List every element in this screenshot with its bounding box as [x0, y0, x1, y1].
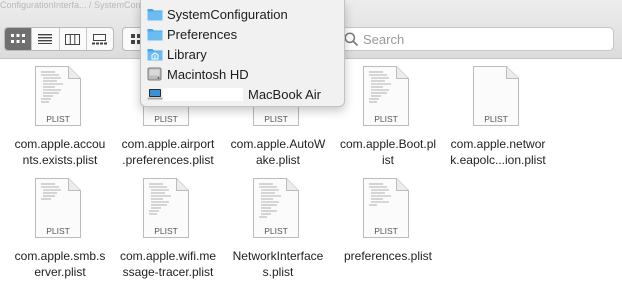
file-name-line1: preferences.plist [343, 249, 433, 263]
path-item-library[interactable]: Library [141, 44, 344, 64]
plist-document-icon: PLIST [473, 66, 519, 126]
path-item-preferences[interactable]: Preferences [141, 24, 344, 44]
path-item-label: Macintosh HD [167, 66, 249, 82]
file-type-badge: PLIST [374, 226, 398, 236]
path-item-label: Preferences [167, 26, 238, 42]
path-item-label: Library [167, 46, 207, 62]
file-name-line2: .preferences.plist [122, 153, 214, 167]
file-name-line1: com.apple.AutoW [230, 137, 326, 151]
file-name-line2: erver.plist [34, 265, 86, 279]
column-view-icon [65, 33, 81, 45]
file-type-badge: PLIST [46, 114, 70, 124]
library-folder-icon [147, 49, 163, 61]
plist-document-icon: PLIST [363, 66, 409, 126]
view-mode-segmented-control [4, 27, 114, 51]
file-name-line2: nts.exists.plist [22, 153, 98, 167]
file-name: preferences.plist [333, 248, 443, 264]
file-name-line1: com.apple.accou [14, 137, 106, 151]
path-item-macintosh-hd[interactable]: Macintosh HD [141, 64, 344, 84]
list-view-button[interactable] [32, 28, 60, 50]
gallery-view-icon [92, 33, 108, 44]
plist-document-icon: PLIST [35, 66, 81, 126]
file-name-line2: ist [382, 153, 394, 167]
path-item-systemconfiguration[interactable]: SystemConfiguration [141, 4, 344, 24]
file-name-line2: ssage-tracer.plist [122, 265, 214, 279]
file-name-line2: s.plist [262, 265, 294, 279]
file-type-badge: PLIST [374, 114, 398, 124]
file-name-line1: com.apple.Boot.pl [339, 137, 437, 151]
file-name-line1: com.apple.wifi.me [119, 249, 217, 263]
file-name-line1: com.apple.smb.s [14, 249, 106, 263]
icon-view-button[interactable] [5, 28, 33, 50]
column-view-button[interactable] [60, 28, 87, 50]
file-name: com.apple.AutoW ake.plist [223, 136, 333, 168]
file-name-line2: ake.plist [255, 153, 301, 167]
list-view-icon [38, 34, 53, 44]
file-name: com.apple.wifi.me ssage-tracer.plist [113, 248, 223, 280]
laptop-icon [147, 89, 163, 100]
plist-document-icon: PLIST [143, 178, 189, 238]
file-name-line1: NetworkInterface [232, 249, 324, 263]
file-name-line1: com.apple.networ [450, 137, 546, 151]
file-name: com.apple.airport .preferences.plist [113, 136, 223, 168]
file-type-badge: PLIST [264, 114, 288, 124]
folder-icon [147, 9, 163, 21]
search-input[interactable] [363, 31, 593, 47]
hard-drive-icon [147, 67, 162, 81]
path-popup-menu: SystemConfiguration Preferences Library … [140, 0, 345, 107]
path-item-label: MacBook Air [248, 86, 321, 102]
file-name: com.apple.networ k.eapolc...ion.plist [443, 136, 553, 168]
plist-document-icon: PLIST [253, 178, 299, 238]
path-item-macbook-air[interactable]: MacBook Air [141, 84, 344, 104]
plist-document-icon: PLIST [35, 178, 81, 238]
file-name-line1: com.apple.airport [121, 137, 215, 151]
search-icon [344, 32, 358, 46]
file-name: NetworkInterface s.plist [223, 248, 333, 280]
file-type-badge: PLIST [46, 226, 70, 236]
plist-document-icon: PLIST [363, 178, 409, 238]
icon-view-icon [11, 34, 26, 43]
file-name: com.apple.Boot.pl ist [333, 136, 443, 168]
file-name: com.apple.smb.s erver.plist [5, 248, 115, 280]
file-type-badge: PLIST [484, 114, 508, 124]
file-type-badge: PLIST [154, 114, 178, 124]
search-field[interactable] [333, 27, 614, 51]
file-type-badge: PLIST [154, 226, 178, 236]
file-type-badge: PLIST [264, 226, 288, 236]
folder-icon [147, 29, 163, 41]
file-name: com.apple.accou nts.exists.plist [5, 136, 115, 168]
gallery-view-button[interactable] [87, 28, 113, 50]
path-item-label: SystemConfiguration [167, 6, 288, 22]
redacted-owner-name [163, 88, 243, 101]
file-name-line2: k.eapolc...ion.plist [450, 153, 546, 167]
